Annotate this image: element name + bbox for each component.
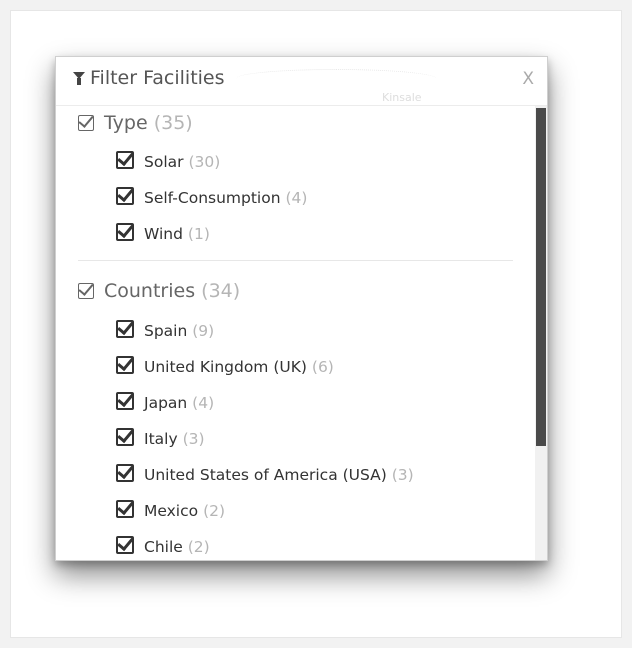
close-button[interactable]: X [522,69,534,89]
scrollbar-thumb[interactable] [536,108,546,446]
filter-item-solar[interactable]: Solar (30) [116,148,221,171]
item-count: (2) [203,502,226,520]
scrollbar[interactable] [535,106,547,560]
filter-item-wind[interactable]: Wind (1) [116,220,210,243]
group-type[interactable]: Type (35) [78,112,193,134]
item-count: (3) [182,430,205,448]
filter-facilities-panel: Kinsale Filter Facilities X Type (35) So… [55,56,548,561]
item-label: Self-Consumption [144,189,281,207]
checkbox-checked-icon[interactable] [116,317,134,338]
group-countries[interactable]: Countries (34) [78,280,240,302]
item-label: Solar [144,153,184,171]
item-label: Wind [144,225,183,243]
item-count: (1) [187,225,210,243]
filter-item-self-consumption[interactable]: Self-Consumption (4) [116,184,308,207]
checkbox-checked-icon[interactable] [116,389,134,410]
panel-header: Filter Facilities X [56,57,547,106]
group-label: Type [104,112,148,134]
filter-item-spain[interactable]: Spain (9) [116,317,215,340]
item-count: (6) [311,358,334,376]
item-count: (4) [285,189,308,207]
item-count: (4) [192,394,215,412]
item-label: United Kingdom (UK) [144,358,307,376]
item-label: Japan [144,394,188,412]
filter-item-usa[interactable]: United States of America (USA) (3) [116,461,414,484]
item-label: Chile [144,538,183,556]
checkbox-checked-icon[interactable] [116,184,134,205]
group-count: (34) [201,280,241,302]
checkbox-checked-icon[interactable] [116,353,134,374]
filter-list[interactable]: Type (35) Solar (30) Self-Consumption (4… [56,106,535,560]
checkbox-checked-icon[interactable] [116,461,134,482]
checkbox-checked-icon[interactable] [78,112,94,131]
item-count: (9) [192,322,215,340]
item-count: (2) [187,538,210,556]
panel-title: Filter Facilities [90,67,225,89]
group-label: Countries [104,280,196,302]
filter-item-japan[interactable]: Japan (4) [116,389,215,412]
group-divider [78,260,513,261]
checkbox-checked-icon[interactable] [116,220,134,241]
checkbox-checked-icon[interactable] [116,533,134,554]
item-label: United States of America (USA) [144,466,387,484]
item-count: (3) [391,466,414,484]
item-count: (30) [188,153,221,171]
checkbox-checked-icon[interactable] [116,148,134,169]
checkbox-checked-icon[interactable] [116,425,134,446]
checkbox-checked-icon[interactable] [116,497,134,518]
item-label: Mexico [144,502,199,520]
filter-item-mexico[interactable]: Mexico (2) [116,497,226,520]
checkbox-checked-icon[interactable] [78,280,94,299]
item-label: Italy [144,430,178,448]
filter-item-italy[interactable]: Italy (3) [116,425,205,448]
group-count: (35) [153,112,193,134]
filter-item-chile[interactable]: Chile (2) [116,533,210,556]
item-label: Spain [144,322,188,340]
filter-item-united-kingdom[interactable]: United Kingdom (UK) (6) [116,353,334,376]
